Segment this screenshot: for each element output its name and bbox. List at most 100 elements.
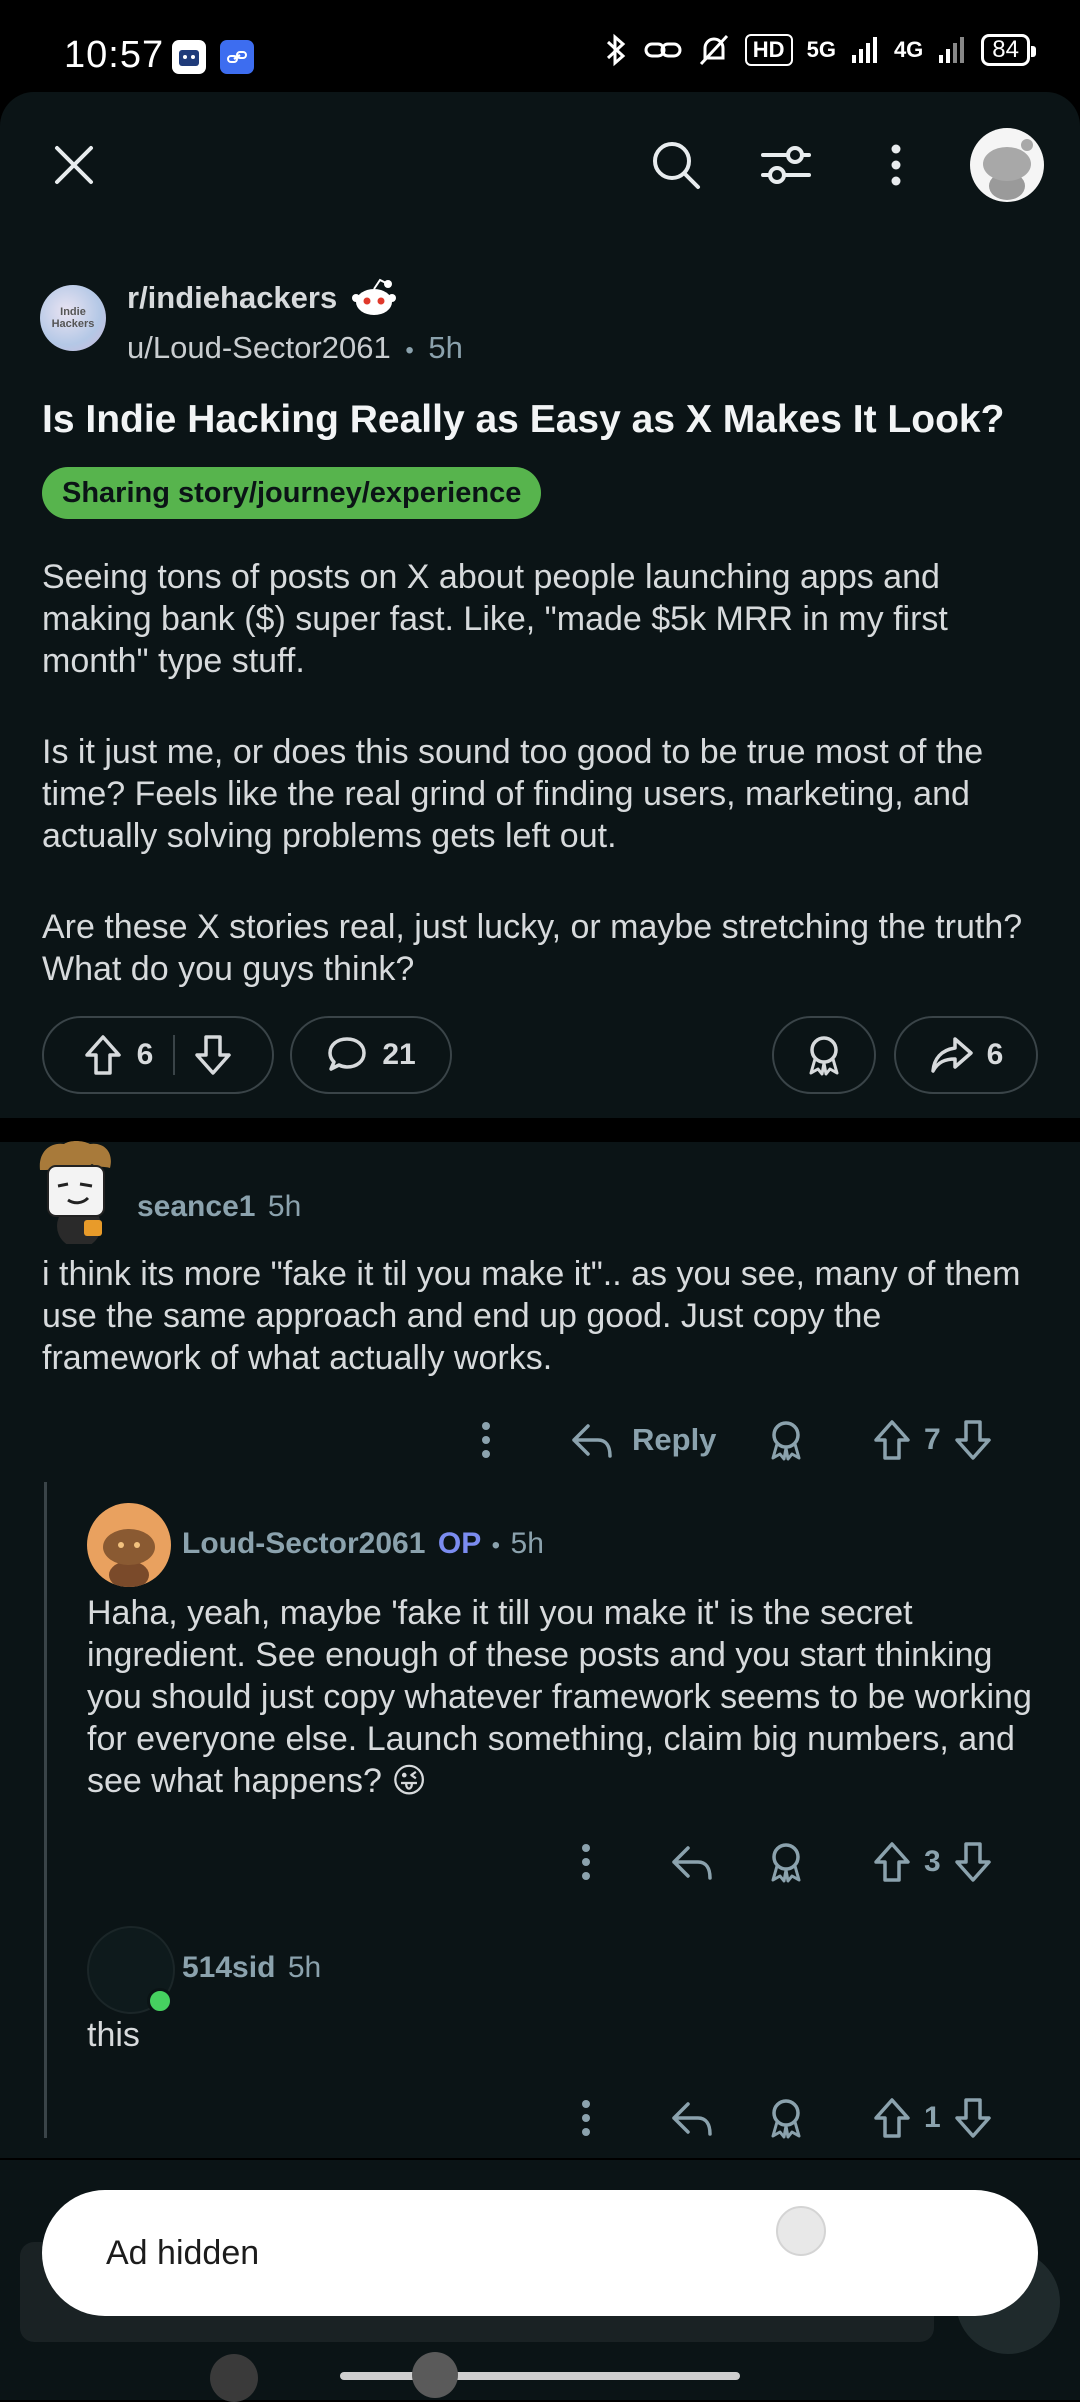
nav-handle[interactable]	[412, 2352, 458, 2398]
comment-award-button[interactable]	[766, 2096, 806, 2145]
post-vote-bar: 6	[42, 1016, 274, 1094]
upvote-icon[interactable]	[83, 1033, 123, 1077]
comment-header: Loud-Sector2061 OP • 5h	[182, 1527, 544, 1561]
downvote-icon[interactable]	[953, 1840, 993, 1884]
post-body-paragraph: Is it just me, or does this sound too go…	[42, 733, 984, 855]
comment-header: seance1 5h	[137, 1190, 301, 1224]
app-notification-icon	[172, 40, 206, 74]
mute-bell-icon	[699, 34, 728, 66]
upvote-icon[interactable]	[872, 1840, 912, 1884]
hd-badge: HD	[744, 34, 793, 66]
nav-back-hint[interactable]	[210, 2354, 258, 2402]
award-button[interactable]	[772, 1016, 876, 1094]
reply-button[interactable]	[670, 1842, 714, 1887]
upvote-icon[interactable]	[872, 2096, 912, 2140]
reply-button[interactable]	[670, 2098, 714, 2143]
more-icon	[582, 1844, 590, 1880]
signal-icon	[851, 37, 877, 63]
toast-progress-indicator	[776, 2206, 826, 2256]
comment-vote-count: 7	[924, 1423, 941, 1456]
online-status-indicator	[147, 1988, 173, 2014]
comment-icon	[328, 1037, 367, 1071]
vote-divider	[173, 1035, 176, 1075]
post-flair[interactable]: Sharing story/journey/experience	[42, 467, 542, 519]
post-author[interactable]: u/Loud-Sector2061	[127, 330, 391, 365]
battery-indicator: 84	[981, 34, 1036, 66]
downvote-icon[interactable]	[953, 2096, 993, 2140]
section-divider	[0, 1118, 1080, 1142]
comments-button[interactable]: 21	[290, 1016, 452, 1094]
post-age: 5h	[428, 330, 463, 365]
comment-age: 5h	[510, 1527, 544, 1560]
status-indicators: HD 5G 4G 84	[603, 32, 1036, 68]
post-body-paragraph: Are these X stories real, just lucky, or…	[42, 908, 1023, 988]
post-vote-count: 6	[136, 1038, 154, 1071]
post-body-paragraph: Seeing tons of posts on X about people l…	[42, 558, 948, 680]
comment-username[interactable]: seance1	[137, 1190, 255, 1223]
search-icon	[653, 142, 700, 189]
op-badge: OP	[437, 1527, 482, 1560]
downvote-icon[interactable]	[953, 1418, 993, 1462]
reply-icon	[672, 2102, 712, 2136]
sort-filter-button[interactable]	[746, 125, 826, 205]
network-4g: 4G	[893, 37, 924, 62]
comment-more-button[interactable]	[566, 1840, 606, 1889]
comment-age: 5h	[287, 1951, 322, 1984]
award-icon	[809, 1036, 839, 1076]
user-avatar[interactable]	[970, 128, 1044, 202]
signal-icon-2	[939, 37, 965, 63]
upvote-icon[interactable]	[872, 1418, 912, 1462]
bluetooth-icon	[606, 33, 626, 67]
more-icon	[891, 144, 901, 186]
comment-more-button[interactable]	[566, 2096, 606, 2145]
gesture-nav-bar[interactable]	[340, 2372, 740, 2380]
separator-dot: •	[491, 1532, 501, 1559]
search-button[interactable]	[636, 125, 716, 205]
share-icon	[930, 1037, 973, 1073]
comment-age: 5h	[267, 1190, 302, 1223]
reply-icon	[572, 1424, 612, 1458]
comment-vote-bar: 3	[872, 1840, 993, 1884]
comment-more-button[interactable]	[466, 1418, 506, 1462]
comment-vote-count: 3	[924, 1845, 941, 1878]
link-app-icon	[220, 40, 254, 74]
comment-award-button[interactable]	[766, 1418, 806, 1467]
share-button[interactable]: 6	[894, 1016, 1038, 1094]
comment-count: 21	[382, 1038, 416, 1071]
comment-award-button[interactable]	[766, 1840, 806, 1889]
thread-line[interactable]	[44, 1482, 47, 2138]
status-time: 10:57	[64, 34, 165, 76]
subreddit-avatar[interactable]: Indie Hackers	[40, 285, 106, 351]
filter-icon	[761, 146, 811, 184]
more-icon	[482, 1422, 490, 1458]
comment-vote-bar: 7	[872, 1418, 993, 1462]
post-author-line: u/Loud-Sector2061 • 5h	[127, 330, 463, 366]
toast-text: Ad hidden	[106, 2233, 260, 2272]
comment-avatar[interactable]	[87, 1503, 171, 1587]
reply-label: Reply	[632, 1422, 717, 1457]
snoo-mascot-icon	[350, 276, 398, 323]
separator-dot: •	[405, 337, 414, 364]
comment-header: 514sid 5h	[182, 1951, 321, 1985]
post-title: Is Indie Hacking Really as Easy as X Mak…	[42, 398, 1005, 441]
downvote-icon[interactable]	[193, 1033, 233, 1077]
status-bar: 10:57 HD 5G 4G 84	[0, 0, 1080, 100]
reply-button[interactable]: Reply	[570, 1418, 716, 1462]
comment-body: this	[87, 2016, 140, 2054]
snoo-avatar-icon	[983, 139, 1033, 200]
comment-vote-bar: 1	[872, 2096, 993, 2140]
share-count: 6	[986, 1038, 1004, 1071]
subreddit-name[interactable]: r/indiehackers	[127, 280, 337, 316]
network-5g: 5G	[806, 37, 836, 62]
award-icon	[771, 2099, 801, 2139]
award-icon	[771, 1421, 801, 1461]
comment-username[interactable]: Loud-Sector2061	[182, 1527, 425, 1560]
more-options-button[interactable]	[856, 125, 936, 205]
close-icon	[55, 146, 93, 184]
comment-username[interactable]: 514sid	[182, 1951, 275, 1984]
hotspot-icon	[644, 42, 682, 58]
comment-body: i think its more "fake it til you make i…	[42, 1255, 1021, 1377]
comment-avatar[interactable]	[34, 1140, 124, 1248]
ad-hidden-toast[interactable]: Ad hidden	[42, 2190, 1038, 2316]
close-button[interactable]	[34, 125, 114, 205]
